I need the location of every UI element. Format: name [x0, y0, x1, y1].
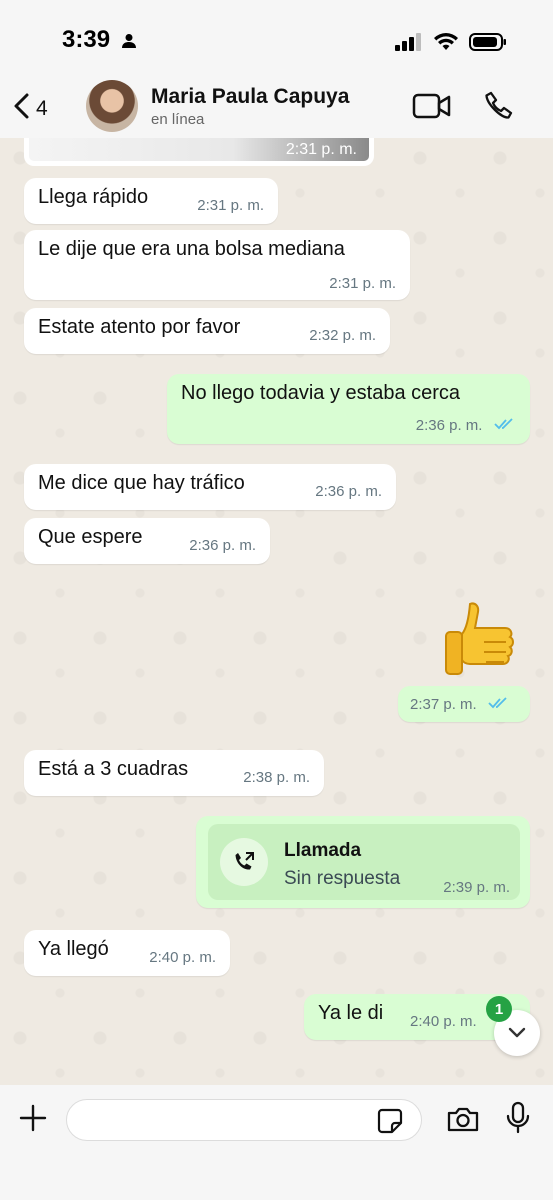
message-bubble-outgoing[interactable]: 2:37 p. m.: [398, 686, 530, 722]
message-time: 2:31 p. m.: [285, 141, 357, 158]
message-bubble-incoming[interactable]: Llega rápido 2:31 p. m.: [24, 178, 278, 224]
camera-icon: [447, 1107, 479, 1132]
camera-button[interactable]: [446, 1105, 480, 1138]
call-title: Llamada: [284, 840, 362, 861]
message-text: Le dije que era una bolsa mediana: [38, 238, 345, 260]
back-unread-count: 4: [36, 96, 48, 120]
back-button[interactable]: 4: [12, 92, 48, 125]
call-status: Sin respuesta: [284, 868, 401, 889]
message-time: 2:39 p. m.: [443, 879, 510, 896]
missed-call-message[interactable]: Llamada Sin respuesta 2:39 p. m.: [196, 816, 530, 908]
sticker-icon: [377, 1108, 403, 1134]
message-time: 2:40 p. m.: [410, 1013, 477, 1030]
message-time: 2:36 p. m.: [415, 416, 483, 434]
status-time: 3:39: [62, 26, 111, 53]
thumbs-up-icon[interactable]: [440, 596, 526, 682]
contact-status: en línea: [151, 111, 205, 128]
battery-icon: [469, 32, 507, 57]
message-bubble-outgoing[interactable]: No llego todavia y estaba cerca 2:36 p. …: [167, 374, 530, 444]
chat-area[interactable]: 2:31 p. m. Llega rápido 2:31 p. m. Le di…: [0, 138, 553, 1085]
outgoing-call-icon: [235, 852, 254, 870]
message-text: Que espere: [38, 526, 143, 548]
signal-icon: [395, 33, 423, 56]
message-time: 2:32 p. m.: [309, 327, 376, 344]
wifi-icon: [433, 32, 459, 57]
chevron-down-icon: [508, 1027, 526, 1038]
call-card[interactable]: Llamada Sin respuesta 2:39 p. m.: [208, 824, 520, 900]
message-bubble-incoming[interactable]: Ya llegó 2:40 p. m.: [24, 930, 230, 976]
microphone-button[interactable]: [505, 1101, 531, 1140]
double-check-icon: [494, 413, 516, 436]
message-text: Ya le di: [318, 1002, 384, 1024]
message-text: Llega rápido: [38, 186, 149, 208]
unread-badge: 1: [486, 996, 512, 1022]
message-bubble-incoming[interactable]: Le dije que era una bolsa mediana 2:31 p…: [24, 230, 410, 300]
message-text: Ya llegó: [38, 938, 109, 960]
message-bubble-incoming[interactable]: Que espere 2:36 p. m.: [24, 518, 270, 564]
voice-call-button[interactable]: [483, 90, 515, 127]
chevron-left-icon: [12, 92, 30, 125]
status-icons: [395, 32, 507, 57]
message-bubble-incoming[interactable]: Estate atento por favor 2:32 p. m.: [24, 308, 390, 354]
plus-icon: [19, 1104, 47, 1132]
message-bubble-incoming[interactable]: Está a 3 cuadras 2:38 p. m.: [24, 750, 324, 796]
double-check-icon: [488, 692, 510, 715]
message-time: 2:38 p. m.: [243, 769, 310, 786]
microphone-icon: [506, 1101, 530, 1134]
message-time: 2:40 p. m.: [149, 949, 216, 966]
contact-name[interactable]: Maria Paula Capuya: [151, 85, 349, 109]
message-text: Está a 3 cuadras: [38, 758, 189, 780]
message-time: 2:37 p. m.: [410, 696, 477, 713]
video-call-button[interactable]: [412, 92, 452, 125]
message-time: 2:31 p. m.: [197, 197, 264, 214]
phone-icon: [485, 91, 513, 119]
message-time: 2:36 p. m.: [189, 537, 256, 554]
message-text: Estate atento por favor: [38, 316, 241, 338]
avatar[interactable]: [86, 80, 138, 132]
attach-button[interactable]: [18, 1103, 48, 1138]
message-text: No llego todavia y estaba cerca: [181, 382, 461, 404]
call-icon-circle: [220, 838, 268, 886]
message-input[interactable]: [66, 1099, 422, 1141]
person-icon: [121, 33, 137, 54]
message-meta: 2:36 p. m.: [416, 413, 516, 436]
message-time: 2:31 p. m.: [329, 275, 396, 292]
message-time: 2:36 p. m.: [315, 483, 382, 500]
previous-image-message[interactable]: 2:31 p. m.: [24, 138, 374, 166]
video-camera-icon: [412, 93, 451, 119]
chat-header: 4 Maria Paula Capuya en línea: [0, 72, 553, 138]
message-input-bar: [0, 1085, 553, 1200]
message-text: Me dice que hay tráfico: [38, 472, 245, 494]
message-bubble-incoming[interactable]: Me dice que hay tráfico 2:36 p. m.: [24, 464, 396, 510]
status-bar: 3:39: [0, 0, 553, 80]
sticker-button[interactable]: [376, 1107, 404, 1140]
